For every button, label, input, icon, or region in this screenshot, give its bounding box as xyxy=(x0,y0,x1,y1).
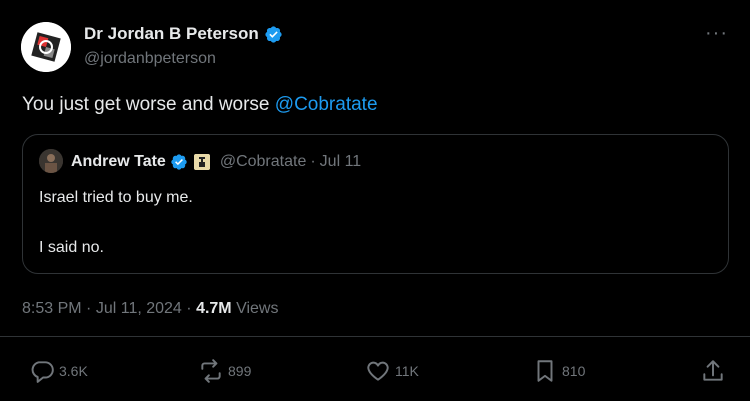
affiliate-badge-icon[interactable] xyxy=(193,154,210,170)
reply-button[interactable]: 3.6K xyxy=(29,358,88,384)
views-label: Views xyxy=(236,300,279,317)
quoted-avatar-image xyxy=(39,149,63,173)
author-display-name[interactable]: Dr Jordan B Peterson xyxy=(84,24,259,44)
more-options-icon[interactable]: ··· xyxy=(705,22,728,45)
heart-icon xyxy=(367,361,389,381)
meta-separator: · xyxy=(186,300,192,317)
reply-icon xyxy=(31,361,54,383)
meta-separator: · xyxy=(86,300,92,317)
repost-icon xyxy=(201,359,221,383)
repost-count: 899 xyxy=(228,363,252,379)
author-handle[interactable]: @jordanbpeterson xyxy=(84,50,216,68)
bookmark-button[interactable]: 810 xyxy=(532,358,585,384)
share-button[interactable] xyxy=(700,358,726,384)
author-name-row: Dr Jordan B Peterson xyxy=(84,24,283,44)
quoted-verified-badge-icon[interactable] xyxy=(170,153,188,171)
author-avatar[interactable] xyxy=(21,22,71,72)
divider xyxy=(0,336,750,337)
tweet-mention-link[interactable]: @Cobratate xyxy=(275,94,378,115)
like-button[interactable]: 11K xyxy=(365,358,419,384)
bookmark-count: 810 xyxy=(562,363,586,379)
quoted-text-line-2: I said no. xyxy=(39,239,104,256)
like-count: 11K xyxy=(395,363,419,379)
avatar-image xyxy=(21,22,71,72)
reply-count: 3.6K xyxy=(59,363,88,379)
tweet-text: You just get worse and worse @Cobratate xyxy=(22,94,378,116)
tweet-date[interactable]: Jul 11, 2024 xyxy=(96,300,182,317)
tweet-text-body: You just get worse and worse xyxy=(22,94,275,115)
quoted-date[interactable]: Jul 11 xyxy=(320,153,362,171)
quoted-handle[interactable]: @Cobratate xyxy=(220,153,307,171)
tweet-time[interactable]: 8:53 PM xyxy=(22,300,82,317)
quoted-tweet[interactable]: Andrew Tate @Cobratate · Jul 11 Israel t… xyxy=(22,134,729,274)
quoted-separator: · xyxy=(310,153,316,170)
quoted-text-line-1: Israel tried to buy me. xyxy=(39,189,193,206)
quoted-header: Andrew Tate @Cobratate · Jul 11 xyxy=(71,153,361,171)
views-count[interactable]: 4.7M xyxy=(196,300,232,317)
bookmark-icon xyxy=(537,360,553,382)
share-icon xyxy=(703,360,723,381)
repost-button[interactable]: 899 xyxy=(198,358,251,384)
quoted-display-name[interactable]: Andrew Tate xyxy=(71,153,166,171)
tweet-meta: 8:53 PM · Jul 11, 2024 · 4.7M Views xyxy=(22,300,278,318)
quoted-author-avatar[interactable] xyxy=(39,149,63,173)
verified-badge-icon[interactable] xyxy=(264,25,283,44)
